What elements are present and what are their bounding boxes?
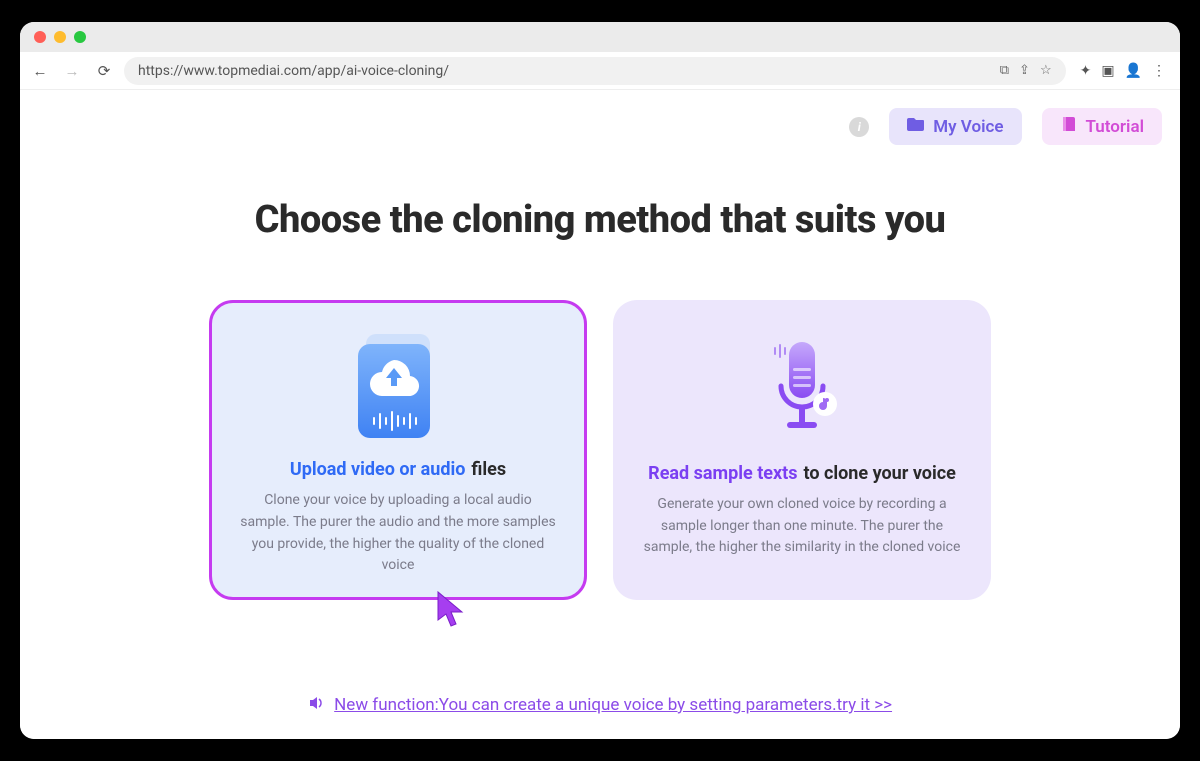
- upload-card-description: Clone your voice by uploading a local au…: [236, 490, 560, 577]
- share-icon[interactable]: ⇪: [1019, 63, 1030, 78]
- my-voice-button[interactable]: My Voice: [889, 108, 1021, 145]
- menu-icon[interactable]: ⋮: [1152, 63, 1166, 79]
- method-cards: Upload video or audio files Clone your v…: [20, 300, 1180, 600]
- extensions-icon[interactable]: ✦: [1080, 63, 1092, 79]
- browser-window: ← → ⟳ https://www.topmediai.com/app/ai-v…: [20, 22, 1180, 739]
- window-title-bar: [20, 22, 1180, 52]
- record-card-title: Read sample texts to clone your voice: [648, 463, 956, 484]
- bookmark-icon[interactable]: ☆: [1040, 63, 1052, 78]
- upload-title-rest: files: [471, 459, 506, 480]
- browser-actions: ✦ ▣ 👤 ⋮: [1074, 63, 1172, 79]
- tutorial-label: Tutorial: [1086, 117, 1144, 137]
- reload-button[interactable]: ⟳: [92, 59, 116, 83]
- minimize-icon[interactable]: [54, 31, 66, 43]
- close-icon[interactable]: [34, 31, 46, 43]
- sidepanel-icon[interactable]: ▣: [1101, 63, 1114, 79]
- forward-button[interactable]: →: [60, 59, 84, 83]
- announcement-link[interactable]: New function:You can create a unique voi…: [334, 695, 892, 715]
- page-content: i My Voice Tutorial Choose the cloning m…: [20, 90, 1180, 739]
- book-icon: [1060, 116, 1078, 137]
- record-card-icon: [747, 325, 857, 455]
- record-title-highlight: Read sample texts: [648, 463, 797, 484]
- info-icon[interactable]: i: [849, 117, 869, 137]
- record-title-rest: to clone your voice: [804, 463, 956, 484]
- announcement-banner: New function:You can create a unique voi…: [20, 695, 1180, 715]
- tutorial-button[interactable]: Tutorial: [1042, 108, 1162, 145]
- speaker-icon: [308, 695, 324, 715]
- my-voice-label: My Voice: [933, 117, 1003, 137]
- maximize-icon[interactable]: [74, 31, 86, 43]
- page-title: Choose the cloning method that suits you: [20, 198, 1180, 242]
- record-card[interactable]: Read sample texts to clone your voice Ge…: [613, 300, 991, 600]
- browser-nav-bar: ← → ⟳ https://www.topmediai.com/app/ai-v…: [20, 52, 1180, 90]
- page-header-actions: i My Voice Tutorial: [849, 108, 1162, 145]
- profile-icon[interactable]: 👤: [1125, 63, 1142, 79]
- upload-card-title: Upload video or audio files: [290, 459, 506, 480]
- upload-card-icon: [348, 325, 448, 451]
- record-card-description: Generate your own cloned voice by record…: [640, 494, 964, 559]
- url-actions: ⧉ ⇪ ☆: [1000, 63, 1052, 78]
- url-text: https://www.topmediai.com/app/ai-voice-c…: [138, 63, 449, 79]
- folder-icon: [907, 116, 925, 137]
- url-input[interactable]: https://www.topmediai.com/app/ai-voice-c…: [124, 57, 1066, 85]
- upload-card[interactable]: Upload video or audio files Clone your v…: [209, 300, 587, 600]
- upload-title-highlight: Upload video or audio: [290, 459, 466, 480]
- back-button[interactable]: ←: [28, 59, 52, 83]
- install-icon[interactable]: ⧉: [1000, 63, 1009, 78]
